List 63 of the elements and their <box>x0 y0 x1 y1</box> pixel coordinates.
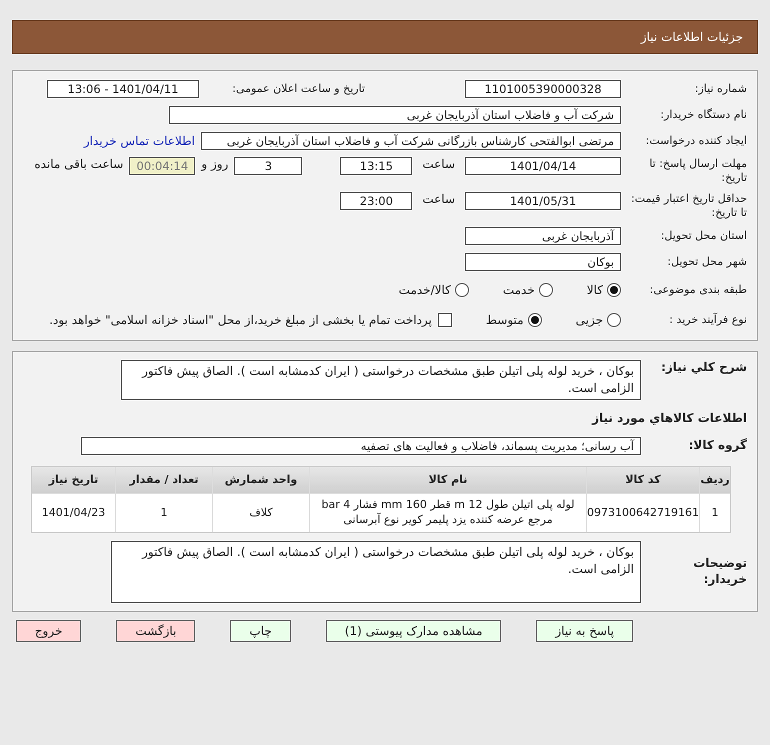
field-label: ساعت باقی مانده <box>34 157 124 171</box>
radio-label: کالا/خدمت <box>398 283 451 298</box>
text-field[interactable]: بوکان <box>465 253 621 272</box>
checkbox-label: پرداخت تمام یا بخشی از مبلغ خرید،از محل "اسناد خزانه اسلامی" خواهد بود. <box>49 313 432 328</box>
radio-button[interactable] <box>454 283 469 298</box>
field-label: گروه کالا: <box>688 438 747 454</box>
radio-button[interactable] <box>607 313 621 328</box>
field-label: طبقه بندی موضوعی: <box>648 283 747 298</box>
radio-button[interactable] <box>528 313 542 328</box>
section-heading: اطلاعات کالاهاي مورد نياز <box>592 410 747 425</box>
radio-button[interactable] <box>607 283 621 298</box>
radio-label: خدمت <box>502 283 535 298</box>
field-label: ساعت <box>422 192 455 206</box>
action-button[interactable]: پاسخ به نیاز <box>536 620 633 642</box>
radio-label: جزیی <box>576 313 603 328</box>
text-field[interactable]: 1401/05/31 <box>465 192 621 210</box>
text-field[interactable]: شرکت آب و فاضلاب استان آذربایجان غربی <box>169 106 621 124</box>
text-field[interactable]: 13:15 <box>340 157 412 175</box>
radio-label: متوسط <box>486 313 524 328</box>
field-label: ساعت <box>422 157 455 171</box>
text-field[interactable]: 1401/04/11 - 13:06 <box>47 80 199 98</box>
action-button[interactable]: مشاهده مدارک پیوستی (1) <box>326 620 502 642</box>
text-field[interactable]: 23:00 <box>340 192 412 210</box>
checkbox[interactable] <box>438 313 452 328</box>
description-box: بوکان ، خرید لوله پلی اتیلن طبق مشخصات درخواستی ( ایران کدمشابه است ). الصاق پیش فاکتور الزامی است. <box>121 360 641 400</box>
field-label: روز و <box>201 157 228 171</box>
text-field[interactable]: آذربایجان غربی <box>465 227 621 246</box>
column-header: ردیف <box>700 466 730 493</box>
action-button[interactable]: چاپ <box>230 620 291 642</box>
column-header: کد کالا <box>587 466 699 493</box>
table-cell: 1401/04/23 <box>32 494 115 532</box>
field-label: مهلت ارسال پاسخ: تا تاریخ: <box>648 157 747 186</box>
field-label: شماره نیاز: <box>694 82 747 96</box>
page-title: جزئیات اطلاعات نیاز <box>640 30 743 44</box>
column-header: تعداد / مقدار <box>116 466 212 493</box>
notes-box: بوکان ، خرید لوله پلی اتیلن طبق مشخصات درخواستی ( ایران کدمشابه است ). الصاق پیش فاکتور الزامی است. <box>111 540 641 603</box>
text-field[interactable]: 1101005390000328 <box>465 80 621 98</box>
column-header: واحد شمارش <box>213 466 309 493</box>
radio-button[interactable] <box>538 283 553 298</box>
field-label: نوع فرآیند خرید : <box>668 313 747 328</box>
column-header: تاریخ نیاز <box>32 466 115 493</box>
text-field[interactable]: مرتضی ابوالفتحی کارشناس بازرگانی شرکت آب و فاضلاب استان آذربایجان غربی <box>201 132 621 150</box>
field-label: حداقل تاریخ اعتبار قیمت: تا تاریخ: <box>630 192 747 220</box>
field-label: ایجاد کننده درخواست: <box>644 134 747 148</box>
field-label: نام دستگاه خریدار: <box>659 108 747 122</box>
table-cell: 1 <box>116 494 212 532</box>
action-button[interactable]: خروج <box>16 620 82 642</box>
field-label: توضیحات خریدار: <box>692 556 747 588</box>
column-header: نام کالا <box>310 466 586 493</box>
contact-link[interactable]: اطلاعات تماس خریدار <box>84 134 195 148</box>
radio-label: کالا <box>586 283 603 298</box>
text-field[interactable]: 3 <box>234 157 302 175</box>
table-cell: 0973100642719161 <box>587 494 699 532</box>
field-label: شرح کلي نياز: <box>660 360 747 376</box>
table-cell: 1 <box>700 494 730 532</box>
field-label: استان محل تحویل: <box>660 229 747 244</box>
field-label: تاریخ و ساعت اعلان عمومی: <box>231 82 365 96</box>
table-cell: لوله پلی اتیلن طول 12 m قطر 160 mm فشار 4 bar مرجع عرضه کننده یزد پلیمر کویر نوع آبرسانی <box>310 494 586 532</box>
field-label: شهر محل تحویل: <box>666 255 747 270</box>
countdown-field: 00:04:14 <box>129 157 196 175</box>
text-field[interactable]: 1401/04/14 <box>465 157 621 175</box>
table-cell: کلاف <box>213 494 309 532</box>
action-button[interactable]: بازگشت <box>116 620 196 642</box>
